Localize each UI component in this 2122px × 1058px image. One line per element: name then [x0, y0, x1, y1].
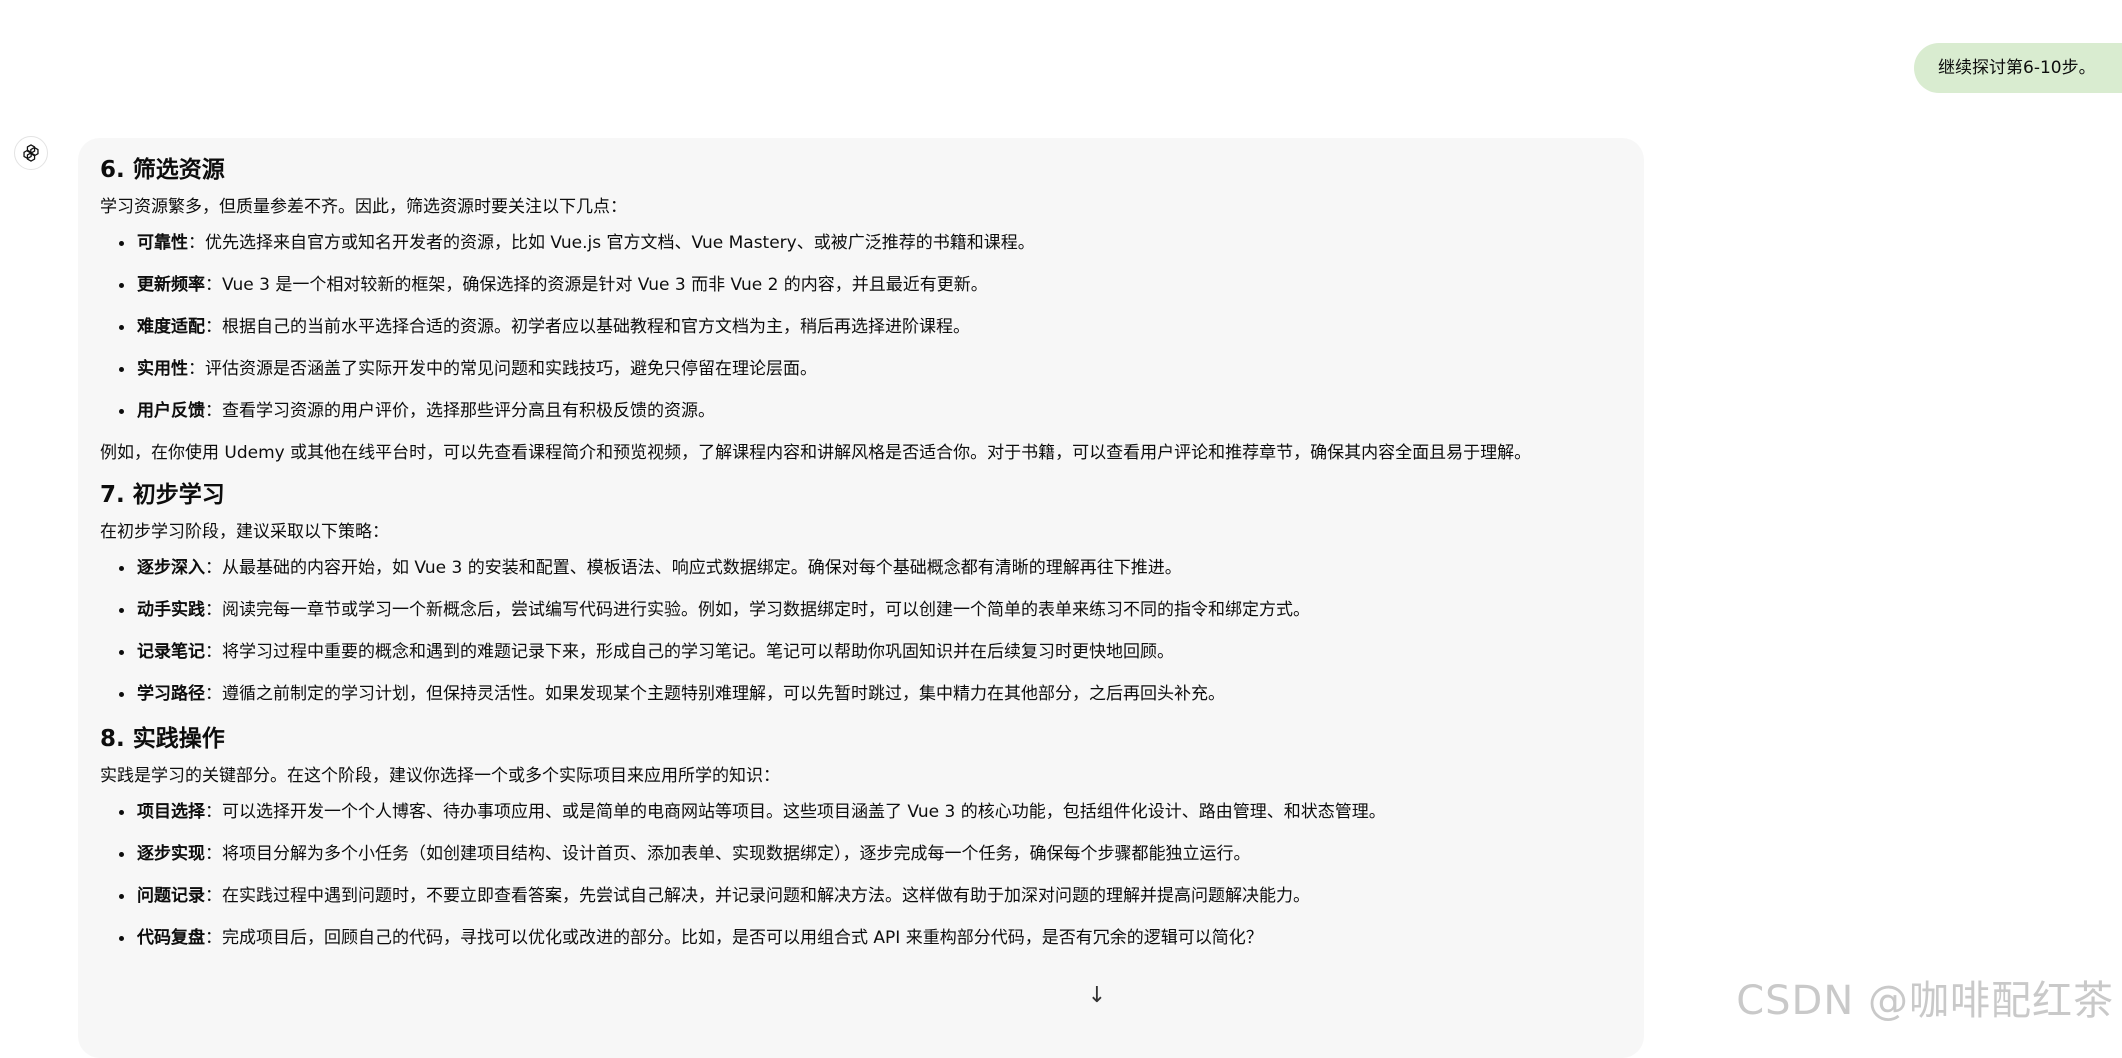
list-item: 难度适配：根据自己的当前水平选择合适的资源。初学者应以基础教程和官方文档为主，稍… — [135, 312, 1620, 342]
item-term: 问题记录 — [137, 886, 205, 906]
section-intro: 在初步学习阶段，建议采取以下策略： — [100, 522, 389, 542]
item-term: 更新频率 — [137, 275, 205, 295]
user-message-bubble: 继续探讨第6-10步。 — [1914, 43, 2122, 93]
item-term: 逐步深入 — [137, 558, 205, 578]
list-item: 记录笔记：将学习过程中重要的概念和遇到的难题记录下来，形成自己的学习笔记。笔记可… — [135, 637, 1620, 667]
item-text: ：将学习过程中重要的概念和遇到的难题记录下来，形成自己的学习笔记。笔记可以帮助你… — [205, 642, 1174, 662]
item-text: ：Vue 3 是一个相对较新的框架，确保选择的资源是针对 Vue 3 而非 Vu… — [205, 275, 988, 295]
list-item: 问题记录：在实践过程中遇到问题时，不要立即查看答案，先尝试自己解决，并记录问题和… — [135, 881, 1620, 911]
user-message-text: 继续探讨第6-10步。 — [1938, 58, 2096, 78]
watermark: CSDN @咖啡配红茶 — [1736, 978, 2114, 1024]
section-heading: 7. 初步学习 — [100, 482, 225, 508]
item-text: ：在实践过程中遇到问题时，不要立即查看答案，先尝试自己解决，并记录问题和解决方法… — [205, 886, 1310, 906]
list-item: 动手实践：阅读完每一章节或学习一个新概念后，尝试编写代码进行实验。例如，学习数据… — [135, 595, 1620, 625]
item-term: 代码复盘 — [137, 928, 205, 948]
assistant-message-content: 6. 筛选资源 学习资源繁多，但质量参差不齐。因此，筛选资源时要关注以下几点： … — [100, 152, 1620, 965]
section-outro: 例如，在你使用 Udemy 或其他在线平台时，可以先查看课程简介和预览视频，了解… — [100, 443, 1532, 463]
item-text: ：查看学习资源的用户评价，选择那些评分高且有积极反馈的资源。 — [205, 401, 715, 421]
item-text: ：将项目分解为多个小任务（如创建项目结构、设计首页、添加表单、实现数据绑定），逐… — [205, 844, 1251, 864]
item-term: 项目选择 — [137, 802, 205, 822]
list-item: 逐步实现：将项目分解为多个小任务（如创建项目结构、设计首页、添加表单、实现数据绑… — [135, 839, 1620, 869]
assistant-avatar — [14, 136, 48, 170]
item-term: 动手实践 — [137, 600, 205, 620]
item-text: ：阅读完每一章节或学习一个新概念后，尝试编写代码进行实验。例如，学习数据绑定时，… — [205, 600, 1310, 620]
openai-logo-icon — [23, 144, 39, 162]
item-text: ：从最基础的内容开始，如 Vue 3 的安装和配置、模板语法、响应式数据绑定。确… — [205, 558, 1182, 578]
section-heading: 6. 筛选资源 — [100, 157, 225, 183]
list-item: 实用性：评估资源是否涵盖了实际开发中的常见问题和实践技巧，避免只停留在理论层面。 — [135, 354, 1620, 384]
list-item: 项目选择：可以选择开发一个个人博客、待办事项应用、或是简单的电商网站等项目。这些… — [135, 797, 1620, 827]
item-text: ：遵循之前制定的学习计划，但保持灵活性。如果发现某个主题特别难理解，可以先暂时跳… — [205, 684, 1225, 704]
section-intro: 实践是学习的关键部分。在这个阶段，建议你选择一个或多个实际项目来应用所学的知识： — [100, 766, 780, 786]
item-term: 学习路径 — [137, 684, 205, 704]
bullet-list: 逐步深入：从最基础的内容开始，如 Vue 3 的安装和配置、模板语法、响应式数据… — [100, 553, 1620, 709]
bullet-list: 项目选择：可以选择开发一个个人博客、待办事项应用、或是简单的电商网站等项目。这些… — [100, 797, 1620, 953]
item-term: 记录笔记 — [137, 642, 205, 662]
scroll-down-arrow-icon[interactable]: ↓ — [1084, 982, 1110, 1008]
section-heading: 8. 实践操作 — [100, 726, 225, 752]
bullet-list: 可靠性：优先选择来自官方或知名开发者的资源，比如 Vue.js 官方文档、Vue… — [100, 228, 1620, 426]
section-6: 6. 筛选资源 学习资源繁多，但质量参差不齐。因此，筛选资源时要关注以下几点： … — [100, 152, 1620, 468]
section-8: 8. 实践操作 实践是学习的关键部分。在这个阶段，建议你选择一个或多个实际项目来… — [100, 721, 1620, 953]
list-item: 学习路径：遵循之前制定的学习计划，但保持灵活性。如果发现某个主题特别难理解，可以… — [135, 679, 1620, 709]
item-text: ：评估资源是否涵盖了实际开发中的常见问题和实践技巧，避免只停留在理论层面。 — [188, 359, 817, 379]
section-7: 7. 初步学习 在初步学习阶段，建议采取以下策略： 逐步深入：从最基础的内容开始… — [100, 477, 1620, 709]
list-item: 用户反馈：查看学习资源的用户评价，选择那些评分高且有积极反馈的资源。 — [135, 396, 1620, 426]
item-text: ：可以选择开发一个个人博客、待办事项应用、或是简单的电商网站等项目。这些项目涵盖… — [205, 802, 1386, 822]
section-intro: 学习资源繁多，但质量参差不齐。因此，筛选资源时要关注以下几点： — [100, 197, 627, 217]
item-term: 用户反馈 — [137, 401, 205, 421]
item-term: 实用性 — [137, 359, 188, 379]
list-item: 可靠性：优先选择来自官方或知名开发者的资源，比如 Vue.js 官方文档、Vue… — [135, 228, 1620, 258]
item-text: ：完成项目后，回顾自己的代码，寻找可以优化或改进的部分。比如，是否可以用组合式 … — [205, 928, 1263, 948]
list-item: 逐步深入：从最基础的内容开始，如 Vue 3 的安装和配置、模板语法、响应式数据… — [135, 553, 1620, 583]
item-term: 可靠性 — [137, 233, 188, 253]
list-item: 更新频率：Vue 3 是一个相对较新的框架，确保选择的资源是针对 Vue 3 而… — [135, 270, 1620, 300]
item-term: 逐步实现 — [137, 844, 205, 864]
item-text: ：根据自己的当前水平选择合适的资源。初学者应以基础教程和官方文档为主，稍后再选择… — [205, 317, 970, 337]
list-item: 代码复盘：完成项目后，回顾自己的代码，寻找可以优化或改进的部分。比如，是否可以用… — [135, 923, 1620, 953]
item-term: 难度适配 — [137, 317, 205, 337]
item-text: ：优先选择来自官方或知名开发者的资源，比如 Vue.js 官方文档、Vue Ma… — [188, 233, 1035, 253]
